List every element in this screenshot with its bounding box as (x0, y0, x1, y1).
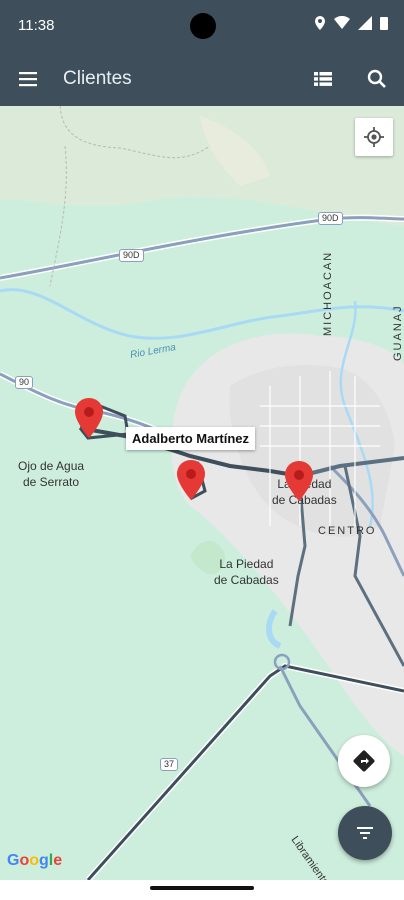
search-button[interactable] (365, 67, 389, 91)
filter-button[interactable] (338, 806, 392, 860)
map-label-michoacan: MICHOACAN (322, 250, 334, 336)
map-label-guanajuato: GUANAJ (392, 304, 404, 361)
city-line2: de Cabadas (214, 573, 279, 587)
map-label-la-piedad: La Piedad de Cabadas (214, 556, 279, 588)
page-title: Clientes (63, 68, 132, 89)
menu-button[interactable] (16, 67, 40, 91)
status-time: 11:38 (18, 17, 55, 34)
road-shield-37: 37 (160, 758, 179, 771)
my-location-button[interactable] (355, 118, 393, 156)
search-icon (367, 69, 386, 88)
client-marker-1[interactable] (75, 398, 103, 438)
list-icon (314, 72, 332, 86)
filter-icon (357, 827, 373, 839)
wifi-icon (334, 16, 350, 29)
battery-icon (380, 17, 388, 30)
status-bar: 11:38 (0, 0, 404, 52)
google-logo: Google (7, 852, 63, 869)
camera-cutout (190, 13, 216, 39)
road-shield-90: 90 (15, 376, 34, 389)
list-view-button[interactable] (311, 67, 335, 91)
signal-icon (358, 16, 372, 30)
map-label-centro: CENTRO (318, 525, 377, 537)
marker-callout[interactable]: Adalberto Martínez (126, 427, 256, 450)
hamburger-icon (19, 72, 37, 87)
navigation-gesture-bar (0, 880, 404, 900)
client-marker-3[interactable] (285, 461, 313, 501)
map-label-ojo-de-agua: Ojo de Agua de Serrato (18, 458, 84, 490)
map-view[interactable]: Ojo de Agua de Serrato La Piedad de Caba… (0, 106, 404, 880)
road-shield-90d-north: 90D (318, 212, 343, 225)
directions-button[interactable] (338, 735, 390, 787)
crosshair-icon (364, 127, 384, 147)
location-icon (315, 16, 325, 30)
app-bar: Clientes (0, 52, 404, 106)
gesture-pill[interactable] (150, 886, 254, 890)
town1-line1: Ojo de Agua (18, 459, 85, 473)
status-icons (314, 16, 388, 30)
directions-icon (353, 750, 375, 772)
client-marker-2[interactable] (177, 460, 205, 500)
road-shield-90d-west: 90D (119, 249, 144, 262)
city-line1: La Piedad (219, 557, 274, 571)
town1-line2: de Serrato (23, 475, 80, 489)
